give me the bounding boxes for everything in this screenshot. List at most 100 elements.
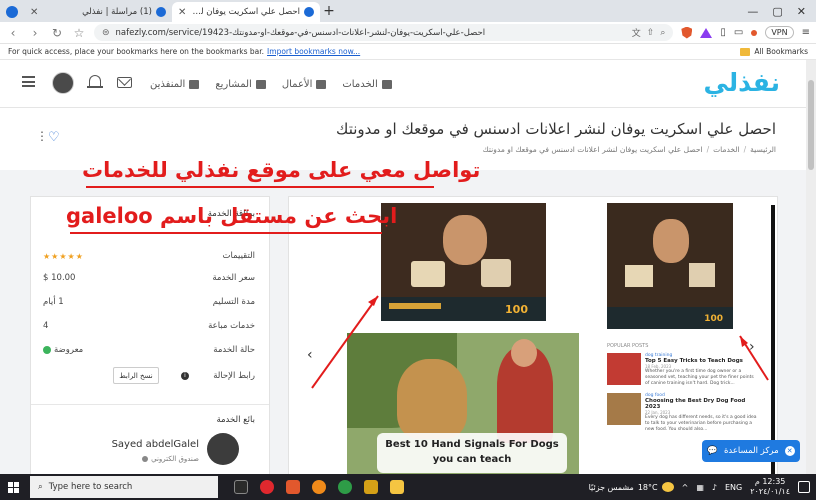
freelancers-icon (189, 79, 200, 89)
gallery-prev-icon[interactable]: ‹ (307, 347, 313, 363)
help-center-button[interactable]: ✕ مركز المساعدة 💬 (702, 440, 800, 462)
network-icon[interactable]: ▦ (696, 483, 704, 492)
seller-avatar[interactable] (207, 433, 239, 465)
firefox-icon[interactable] (312, 480, 326, 494)
browser-tab-strip: (1) مراسلة | نفذلي ✕ احصل علي اسكريت يوف… (0, 0, 816, 22)
brave-rewards-icon[interactable] (700, 27, 713, 38)
reload-icon[interactable]: ↻ (50, 26, 64, 40)
taskbar-apps (234, 480, 404, 494)
sidebar-toggle-icon[interactable]: ▯ (720, 27, 726, 38)
check-icon (43, 346, 51, 354)
task-view-icon[interactable] (234, 480, 248, 494)
breadcrumb: الرئيسية/الخدمات/احصل علي اسكريت يوفان ل… (482, 145, 776, 154)
bookmarks-hint: For quick access, place your bookmarks h… (8, 47, 265, 56)
more-options-icon[interactable]: ⋮ (36, 129, 48, 143)
windows-logo-icon (7, 481, 19, 493)
back-icon[interactable]: ‹ (6, 26, 20, 40)
site-info-icon[interactable]: ⊜ (102, 28, 110, 38)
bookmarks-bar: For quick access, place your bookmarks h… (0, 44, 816, 60)
user-avatar[interactable] (52, 72, 74, 94)
row-price: 10.00 $ سعر الخدمة (43, 273, 255, 283)
start-button[interactable] (0, 474, 26, 500)
bell-icon[interactable] (87, 74, 103, 90)
mail-icon[interactable] (117, 77, 132, 88)
nav-freelancers[interactable]: المنفذين (150, 79, 200, 90)
address-bar: ‹ › ↻ ☆ ⊜ nafezly.com/service/19423-احصل… (0, 22, 816, 44)
brave-icon[interactable] (286, 480, 300, 494)
menu-icon[interactable]: ≡ (802, 27, 810, 38)
close-tab-icon[interactable]: ✕ (178, 7, 186, 18)
windows-taskbar: ⌕ Type here to search 18°C مشمس جزئيًا ^… (0, 474, 816, 500)
projects-icon (255, 79, 266, 89)
tab-service[interactable]: احصل علي اسكريت يوفان لنشر اعلا ✕ (172, 2, 320, 22)
image-caption: Best 10 Hand Signals For Dogs you can te… (377, 433, 567, 473)
new-tab-button[interactable]: + (320, 2, 338, 22)
overlay-text-line1: تواصل معي على موقع نفذلي للخدمات (82, 158, 481, 182)
seller-title: بائع الخدمة (216, 415, 255, 425)
seller-name[interactable]: Sayed abdelGalel (112, 439, 199, 450)
gallery-image-coffee-thumb[interactable]: 100 (607, 203, 733, 329)
row-ratings: ★★★★★ التقييمات (43, 251, 255, 261)
all-bookmarks-button[interactable]: All Bookmarks (754, 47, 808, 56)
gallery-image-coffee[interactable]: 100 (381, 203, 546, 321)
share-icon[interactable]: ⇧ (647, 28, 655, 38)
notifications-icon[interactable] (798, 481, 810, 493)
close-help-icon[interactable]: ✕ (784, 446, 795, 456)
chrome-icon[interactable] (338, 480, 352, 494)
clock[interactable]: 12:35 م ٢٠٢٤/٠١/١٤ (750, 477, 790, 497)
tab-messages[interactable]: (1) مراسلة | نفذلي ✕ (24, 2, 172, 22)
opera-icon[interactable] (260, 480, 274, 494)
breadcrumb-services[interactable]: الخدمات (713, 145, 740, 154)
volume-icon[interactable]: ♪ (712, 483, 717, 492)
divider (31, 404, 269, 405)
app-icon[interactable] (364, 480, 378, 494)
brand-mark: 100 (704, 314, 723, 324)
translate-icon[interactable]: 文 (632, 26, 641, 39)
wallet-icon[interactable]: ▭ (734, 27, 743, 38)
site-header: الخدمات الأعمال المشاريع المنفذين نفذلي (0, 60, 806, 108)
seller-subtitle: صندوق الكتروني (142, 455, 199, 463)
weather-widget[interactable]: 18°C مشمس جزئيًا (589, 482, 674, 492)
scrollbar-thumb[interactable] (808, 80, 814, 170)
vpn-button[interactable]: VPN (765, 26, 794, 39)
tab-favicon-icon (156, 7, 166, 17)
hamburger-icon[interactable] (22, 76, 35, 87)
file-explorer-icon[interactable] (390, 480, 404, 494)
brand-mark: 100 (505, 303, 528, 316)
gallery-edge (771, 205, 775, 475)
forward-icon[interactable]: › (28, 26, 42, 40)
minimize-icon[interactable]: — (747, 5, 758, 18)
language-indicator[interactable]: ENG (725, 483, 742, 492)
list-item: dog food Choosing the Best Dry Dog Food … (607, 393, 757, 433)
row-status: معروضة حالة الخدمة (43, 343, 255, 357)
info-icon: i (181, 372, 189, 380)
page-scrollbar[interactable] (806, 60, 816, 474)
close-window-icon[interactable]: ✕ (797, 5, 806, 18)
nav-works[interactable]: الأعمال (282, 79, 327, 90)
bookmark-icon[interactable]: ☆ (72, 26, 86, 40)
site-logo[interactable]: نفذلي (703, 68, 780, 97)
nav-services[interactable]: الخدمات (342, 79, 392, 90)
works-icon (316, 79, 327, 89)
taskbar-search[interactable]: ⌕ Type here to search (30, 476, 218, 498)
nav-projects[interactable]: المشاريع (215, 79, 266, 90)
import-bookmarks-link[interactable]: Import bookmarks now... (267, 47, 360, 56)
url-text: nafezly.com/service/19423-احصل-علي-اسكري… (115, 27, 486, 38)
breadcrumb-home[interactable]: الرئيسية (750, 145, 776, 154)
row-referral: i رابط الإحالة (181, 369, 255, 383)
brave-shield-icon[interactable] (681, 26, 693, 39)
tray-chevron-icon[interactable]: ^ (682, 483, 689, 492)
gallery-image-dog[interactable]: Best 10 Hand Signals For Dogs you can te… (347, 333, 579, 475)
chat-icon: 💬 (707, 446, 718, 456)
maximize-icon[interactable]: ▢ (772, 5, 782, 18)
window-controls: — ▢ ✕ (737, 5, 816, 22)
overlay-underline (86, 186, 434, 188)
favorite-heart-icon[interactable]: ♡ (48, 130, 60, 145)
weather-icon (661, 482, 674, 492)
close-tab-icon[interactable]: ✕ (30, 7, 38, 18)
brave-logo-icon[interactable] (6, 6, 18, 18)
url-field[interactable]: ⊜ nafezly.com/service/19423-احصل-علي-اسك… (94, 24, 674, 41)
zoom-icon[interactable]: ⌕ (660, 28, 665, 38)
copy-link-button[interactable]: نسخ الرابط (113, 367, 159, 384)
breadcrumb-current: احصل علي اسكريت يوفان لنشر اعلانات ادسنس… (482, 145, 703, 154)
